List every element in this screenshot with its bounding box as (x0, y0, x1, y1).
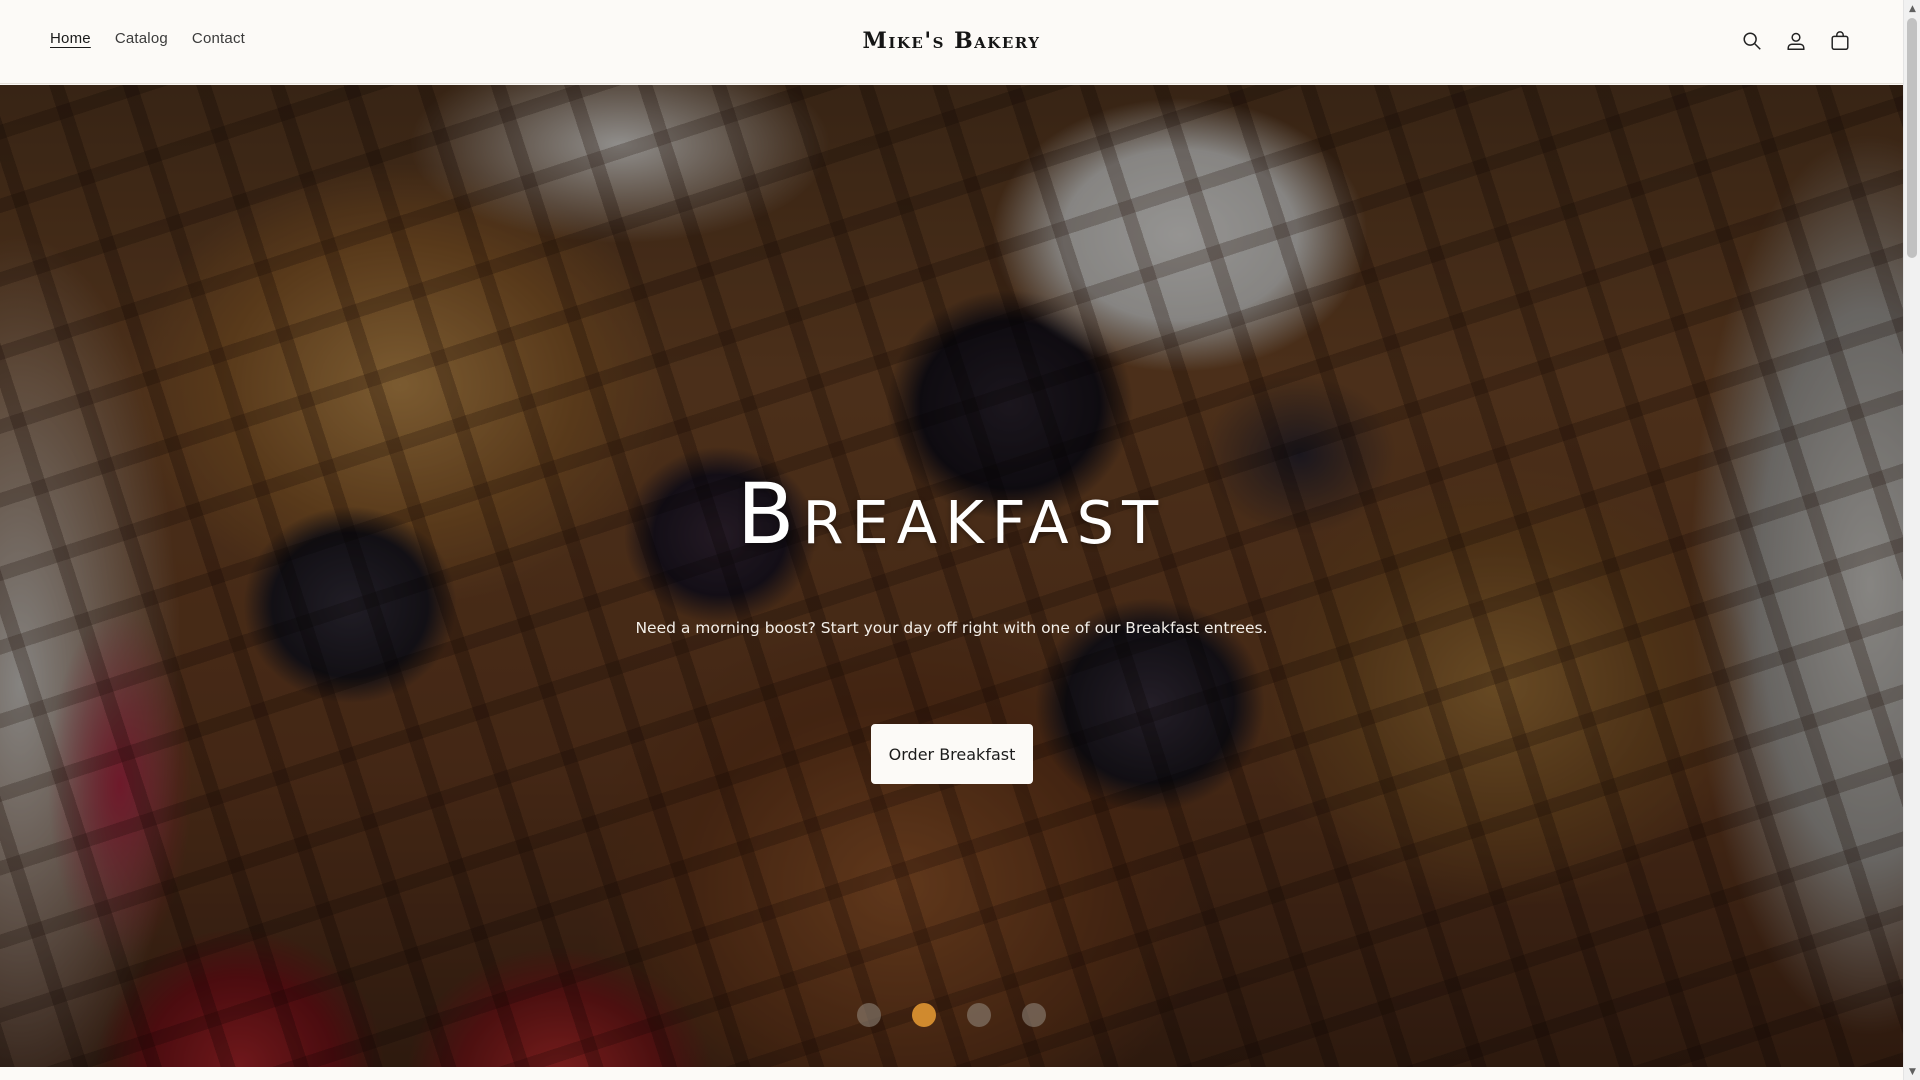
site-logo[interactable]: Mike's Bakery (0, 28, 1903, 54)
slide-dot-1[interactable] (857, 1003, 881, 1027)
slide-indicators (0, 1003, 1903, 1027)
hero-slideshow: Breakfast Need a morning boost? Start yo… (0, 85, 1903, 1067)
hero-content: Breakfast Need a morning boost? Start yo… (0, 85, 1903, 1067)
site-header: Home Catalog Contact Mike's Bakery (0, 0, 1903, 84)
slide-dot-3[interactable] (967, 1003, 991, 1027)
search-icon[interactable] (1739, 28, 1765, 54)
hero-title: Breakfast (736, 465, 1167, 563)
page-scrollbar[interactable]: ▲ ▼ (1903, 0, 1920, 1080)
header-actions (1739, 28, 1853, 54)
slide-dot-2[interactable] (912, 1003, 936, 1027)
order-breakfast-button[interactable]: Order Breakfast (871, 724, 1033, 784)
scroll-up-arrow-icon[interactable]: ▲ (1904, 0, 1920, 17)
cart-icon[interactable] (1827, 28, 1853, 54)
account-icon[interactable] (1783, 28, 1809, 54)
page-below-hero (0, 1067, 1903, 1080)
slide-dot-4[interactable] (1022, 1003, 1046, 1027)
scroll-thumb[interactable] (1907, 18, 1917, 258)
hero-subtitle: Need a morning boost? Start your day off… (635, 619, 1268, 637)
page: Home Catalog Contact Mike's Bakery Break… (0, 0, 1920, 1080)
scroll-down-arrow-icon[interactable]: ▼ (1904, 1063, 1920, 1080)
